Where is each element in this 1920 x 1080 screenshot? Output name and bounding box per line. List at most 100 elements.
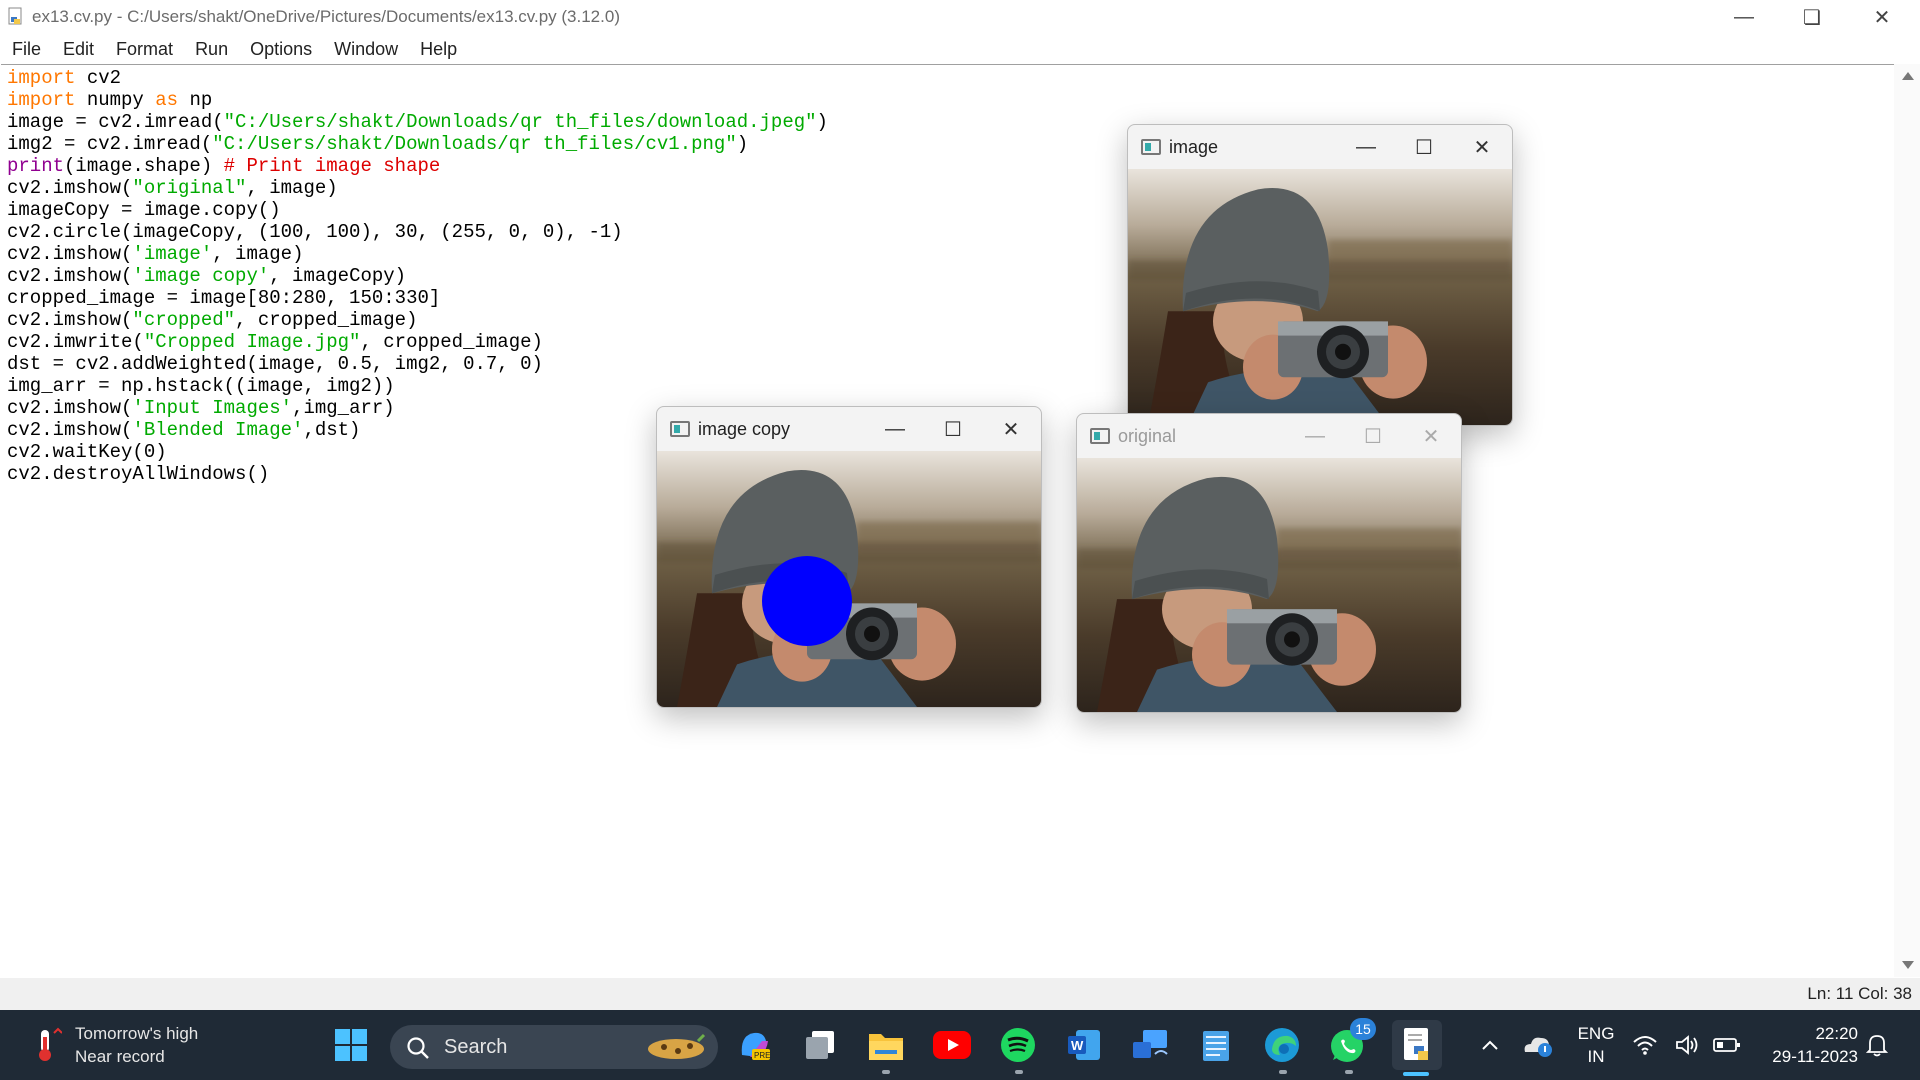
- whatsapp-badge: 15: [1350, 1018, 1376, 1040]
- code-token: # Print image shape: [223, 155, 441, 177]
- volume-button[interactable]: [1672, 1023, 1702, 1067]
- cv-window-titlebar[interactable]: image — ☐ ✕: [1128, 125, 1512, 169]
- code-line[interactable]: import cv2: [7, 67, 828, 89]
- code-token: imageCopy = image.copy(): [7, 199, 281, 221]
- python-file-icon: [6, 7, 26, 27]
- weather-text[interactable]: Tomorrow's high Near record: [75, 1022, 198, 1068]
- menu-options[interactable]: Options: [250, 39, 312, 60]
- code-token: cv2.imwrite(: [7, 331, 144, 353]
- search-highlight-icon: [648, 1033, 706, 1059]
- python-idle-button[interactable]: [1392, 1020, 1442, 1070]
- thermometer-icon: [39, 1027, 62, 1061]
- code-line[interactable]: img_arr = np.hstack((image, img2)): [7, 375, 828, 397]
- editor-scrollbar[interactable]: [1894, 64, 1920, 977]
- code-line[interactable]: cv2.imshow("cropped", cropped_image): [7, 309, 828, 331]
- maximize-button[interactable]: ☐: [923, 407, 983, 451]
- minimize-button[interactable]: —: [865, 407, 925, 451]
- code-token: print: [7, 155, 65, 177]
- maximize-button[interactable]: ☐: [1343, 414, 1403, 458]
- code-token: img_arr = np.hstack((image, img2)): [7, 375, 395, 397]
- code-line[interactable]: print(image.shape) # Print image shape: [7, 155, 828, 177]
- file-explorer-button[interactable]: [864, 1023, 908, 1067]
- minimize-button[interactable]: —: [1285, 414, 1345, 458]
- code-token: ,img_arr): [292, 397, 395, 419]
- menu-edit[interactable]: Edit: [63, 39, 94, 60]
- window-titlebar: ex13.cv.py - C:/Users/shakt/OneDrive/Pic…: [0, 0, 1920, 34]
- opencv-window-icon: [670, 421, 690, 437]
- code-token: "original": [132, 177, 247, 199]
- close-button[interactable]: ✕: [981, 407, 1041, 451]
- notifications-button[interactable]: [1862, 1023, 1892, 1067]
- code-line[interactable]: imageCopy = image.copy(): [7, 199, 828, 221]
- code-token: cv2.imshow(: [7, 419, 133, 441]
- cv-window-titlebar[interactable]: original — ☐ ✕: [1077, 414, 1461, 458]
- search-icon: [407, 1037, 429, 1059]
- cv-window-image-copy[interactable]: image copy — ☐ ✕: [656, 406, 1042, 708]
- code-line[interactable]: cv2.imshow("original", image): [7, 177, 828, 199]
- code-line[interactable]: cv2.imshow('image copy', imageCopy): [7, 265, 828, 287]
- battery-button[interactable]: [1710, 1023, 1744, 1067]
- youtube-icon: [933, 1031, 971, 1059]
- notepad-button[interactable]: [1194, 1023, 1238, 1067]
- code-line[interactable]: dst = cv2.addWeighted(image, 0.5, img2, …: [7, 353, 828, 375]
- close-button[interactable]: ✕: [1452, 125, 1512, 169]
- start-button[interactable]: [329, 1023, 373, 1067]
- scroll-down-icon[interactable]: [1902, 961, 1914, 969]
- onedrive-icon: [1524, 1037, 1552, 1057]
- cv-window-image[interactable]: image — ☐ ✕: [1127, 124, 1513, 426]
- code-line[interactable]: img2 = cv2.imread("C:/Users/shakt/Downlo…: [7, 133, 828, 155]
- onedrive-button[interactable]: [1516, 1023, 1560, 1067]
- menu-format[interactable]: Format: [116, 39, 173, 60]
- cast-icon: [1133, 1030, 1168, 1058]
- code-token: cv2.circle(imageCopy, (100, 100), 30, (2…: [7, 221, 623, 243]
- show-hidden-icons-button[interactable]: [1468, 1023, 1512, 1067]
- cast-button[interactable]: [1128, 1023, 1172, 1067]
- menu-file[interactable]: File: [12, 39, 41, 60]
- cv-window-titlebar[interactable]: image copy — ☐ ✕: [657, 407, 1041, 451]
- code-token: "Cropped Image.jpg": [143, 331, 361, 353]
- wifi-button[interactable]: [1630, 1023, 1660, 1067]
- menu-help[interactable]: Help: [420, 39, 457, 60]
- menu-run[interactable]: Run: [195, 39, 228, 60]
- code-line[interactable]: cv2.imshow('image', image): [7, 243, 828, 265]
- code-token: "cropped": [132, 309, 236, 331]
- task-view-button[interactable]: [798, 1023, 842, 1067]
- window-title: ex13.cv.py - C:/Users/shakt/OneDrive/Pic…: [32, 7, 620, 26]
- cv-window-title: image copy: [698, 418, 791, 439]
- clock[interactable]: 22:20 29-11-2023: [1758, 1022, 1858, 1068]
- edge-button[interactable]: [1260, 1023, 1304, 1067]
- code-token: img2 = cv2.imread(: [7, 133, 213, 155]
- minimize-button[interactable]: —: [1710, 0, 1778, 34]
- code-line[interactable]: import numpy as np: [7, 89, 828, 111]
- language-indicator[interactable]: ENG IN: [1576, 1022, 1616, 1068]
- menu-window[interactable]: Window: [334, 39, 398, 60]
- close-icon: ✕: [1422, 425, 1440, 448]
- taskbar-search[interactable]: Search: [390, 1025, 718, 1069]
- word-button[interactable]: W: [1062, 1023, 1106, 1067]
- spotify-button[interactable]: [996, 1023, 1040, 1067]
- weather-widget[interactable]: [24, 1023, 68, 1067]
- code-line[interactable]: image = cv2.imread("C:/Users/shakt/Downl…: [7, 111, 828, 133]
- close-button[interactable]: ✕: [1848, 0, 1916, 34]
- code-token: "C:/Users/shakt/Downloads/qr th_files/cv…: [212, 133, 737, 155]
- code-line[interactable]: cv2.imwrite("Cropped Image.jpg", cropped…: [7, 331, 828, 353]
- minimize-button[interactable]: —: [1336, 125, 1396, 169]
- code-line[interactable]: cropped_image = image[80:280, 150:330]: [7, 287, 828, 309]
- taskbar: Tomorrow's high Near record Search PRE W…: [0, 1010, 1920, 1080]
- app-running-indicator: [1279, 1070, 1287, 1074]
- cv-window-original[interactable]: original — ☐ ✕: [1076, 413, 1462, 713]
- maximize-button[interactable]: ☐: [1394, 125, 1454, 169]
- code-token: (image.shape): [64, 155, 224, 177]
- copilot-button[interactable]: PRE: [732, 1023, 776, 1067]
- code-token: , image): [246, 177, 338, 199]
- scroll-up-icon[interactable]: [1902, 72, 1914, 80]
- file-explorer-icon: [869, 1034, 903, 1060]
- restore-button[interactable]: ❏: [1778, 0, 1846, 34]
- code-token: ): [736, 133, 749, 155]
- code-token: ): [816, 111, 828, 133]
- opencv-window-icon: [1090, 428, 1110, 444]
- youtube-button[interactable]: [930, 1023, 974, 1067]
- close-icon: ✕: [1873, 6, 1891, 29]
- code-line[interactable]: cv2.circle(imageCopy, (100, 100), 30, (2…: [7, 221, 828, 243]
- close-button[interactable]: ✕: [1401, 414, 1461, 458]
